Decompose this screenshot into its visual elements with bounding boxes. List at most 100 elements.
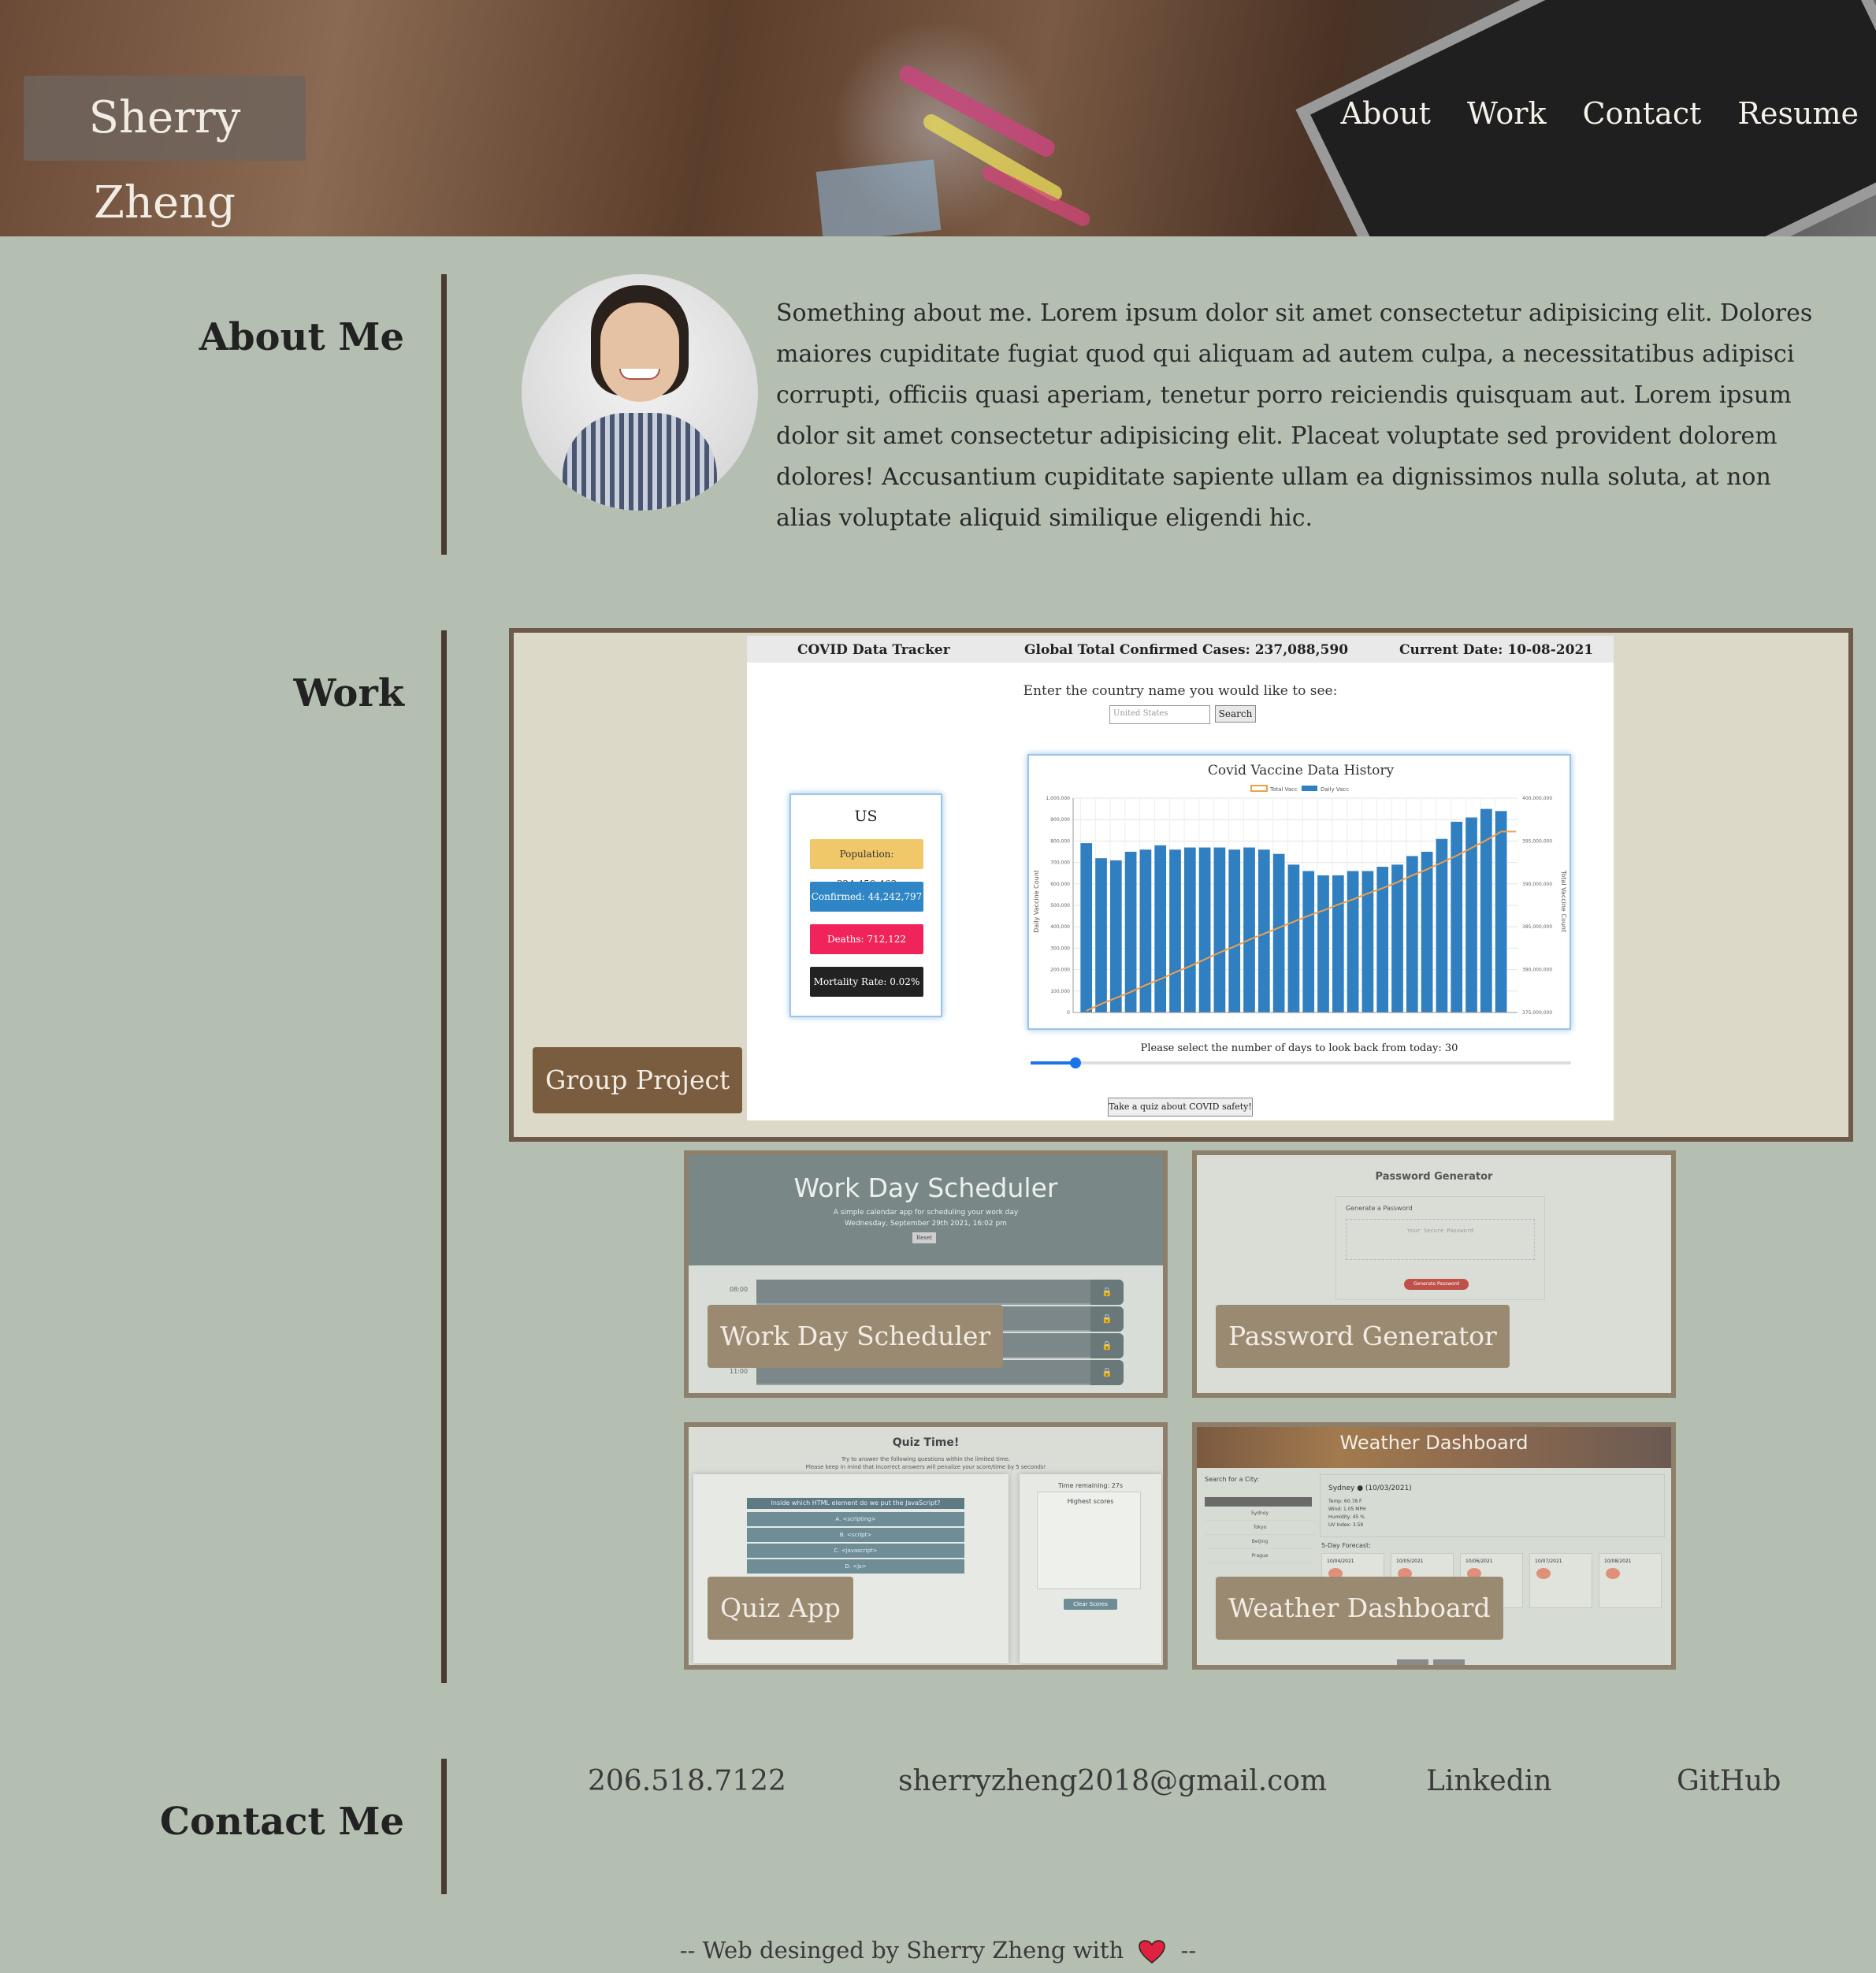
forecast-date: 10/06/2021 [1466, 1559, 1493, 1564]
nav-contact[interactable]: Contact [1582, 96, 1701, 131]
chart-bar [1258, 849, 1270, 1013]
covid-global-cases: Global Total Confirmed Cases: 237,088,59… [1024, 642, 1349, 658]
about-text: Something about me. Lorem ipsum dolor si… [776, 299, 1813, 532]
weather-buttons [1397, 1654, 1469, 1665]
nav-work[interactable]: Work [1467, 96, 1547, 131]
project-card-password[interactable]: Password Generator Generate a Password Y… [1192, 1150, 1676, 1398]
legend-total: Total Vacc [1269, 786, 1298, 793]
country-stats-card: US Population: 324,459,463 Confirmed: 44… [789, 793, 942, 1017]
covid-current-date: Current Date: 10-08-2021 [1399, 642, 1594, 658]
chart-bar [1139, 849, 1152, 1013]
weather-uv: UV Index: 3.59 [1328, 1522, 1364, 1528]
y2-tick-label: 395,000,000 [1522, 838, 1552, 844]
photo-body [563, 413, 717, 511]
footer-suffix: -- [1180, 1937, 1197, 1964]
chart-bar [1317, 875, 1329, 1013]
chart-bar [1228, 849, 1241, 1013]
weather-city-item: Prague [1205, 1549, 1315, 1563]
mortality-badge: Mortality Rate: 0.02% [810, 967, 923, 997]
weather-btn [1397, 1659, 1428, 1665]
y-axis-label: Daily Vaccine Count [1033, 870, 1040, 933]
project-label-group[interactable]: Group Project [533, 1047, 743, 1113]
contact-phone[interactable]: 206.518.7122 [588, 1765, 786, 1797]
y-tick-label: 900,000 [1050, 817, 1070, 823]
weather-title: Weather Dashboard [1339, 1432, 1529, 1454]
y-tick-label: 300,000 [1050, 946, 1070, 951]
weather-city-name: Sydney [1328, 1484, 1355, 1492]
project-label-password[interactable]: Password Generator [1216, 1305, 1510, 1368]
forecast-card: 10/07/2021 [1529, 1553, 1592, 1608]
chart-bar [1495, 811, 1507, 1013]
project-screenshot: COVID Data Tracker Global Total Confirme… [747, 636, 1614, 1120]
main-nav: About Work Contact Resume [1341, 96, 1859, 131]
contact-email[interactable]: sherryzheng2018@gmail.com [898, 1765, 1327, 1797]
contact-linkedin[interactable]: Linkedin [1426, 1765, 1551, 1797]
legend-swatch-daily [1302, 786, 1317, 791]
forecast-date: 10/05/2021 [1396, 1559, 1424, 1564]
work-title: Work [293, 671, 404, 715]
nav-about[interactable]: About [1341, 96, 1431, 131]
y-tick-label: 500,000 [1050, 903, 1070, 908]
confirmed-badge: Confirmed: 44,242,797 [810, 882, 923, 912]
covid-quiz-button: Take a quiz about COVID safety! [1108, 1098, 1253, 1117]
chart-bar [1243, 847, 1255, 1013]
weather-search-label: Search for a City: [1205, 1476, 1259, 1483]
password-card: Generate a Password Your Secure Password… [1335, 1196, 1545, 1300]
quiz-instruction-1: Try to answer the following questions wi… [841, 1456, 1011, 1462]
y2-axis-label: Total Vaccine Count [1560, 870, 1567, 932]
project-card-scheduler[interactable]: Work Day Scheduler A simple calendar app… [684, 1150, 1168, 1398]
quiz-timer: Time remaining: 27s [1057, 1482, 1124, 1489]
project-label-weather[interactable]: Weather Dashboard [1216, 1577, 1503, 1640]
chart-bar [1213, 847, 1226, 1013]
project-card-quiz[interactable]: Quiz Time! Try to answer the following q… [684, 1422, 1168, 1670]
y-tick-label: 200,000 [1050, 968, 1070, 973]
chart-bar [1406, 856, 1418, 1013]
photo-face [600, 303, 679, 402]
weather-forecast-label: 5-Day Forecast: [1321, 1542, 1371, 1549]
weather-icon [1536, 1568, 1551, 1579]
y2-tick-label: 385,000,000 [1522, 924, 1552, 930]
quiz-instruction-2: Please keep in mind that incorrect answe… [805, 1464, 1046, 1470]
footer: -- Web desinged by Sherry Zheng with -- [0, 1937, 1876, 1964]
chart-bar [1347, 871, 1359, 1013]
country-name: US [854, 808, 878, 825]
contact-title: Contact Me [159, 1800, 404, 1844]
quiz-title: Quiz Time! [892, 1436, 960, 1449]
chart-title: Covid Vaccine Data History [1208, 763, 1395, 778]
section-divider [441, 1759, 447, 1894]
project-card-weather[interactable]: Weather Dashboard Search for a City: Syd… [1192, 1422, 1676, 1670]
project-card-covid[interactable]: COVID Data Tracker Global Total Confirme… [509, 628, 1853, 1142]
vaccine-chart-svg: Covid Vaccine Data History Total Vacc Da… [1033, 763, 1567, 1016]
nav-resume[interactable]: Resume [1737, 96, 1859, 131]
chart-bar [1169, 849, 1181, 1013]
chart-bar [1184, 847, 1196, 1013]
covid-app-title: COVID Data Tracker [797, 642, 950, 658]
weather-icon [1606, 1568, 1620, 1579]
legend-swatch-total [1250, 785, 1268, 792]
quiz-scores-panel: Time remaining: 27s Highest scores Clear… [1020, 1474, 1161, 1663]
weather-city-item: Tokyo [1205, 1521, 1315, 1535]
slider-fill [1031, 1061, 1075, 1065]
forecast-date: 10/08/2021 [1604, 1559, 1632, 1564]
chart-bar [1302, 871, 1315, 1013]
site-brand[interactable]: Sherry Zheng [24, 76, 306, 229]
chart-bar [1421, 852, 1433, 1013]
weather-header: Weather Dashboard [1197, 1427, 1671, 1468]
covid-search-input: United States [1109, 705, 1210, 724]
y-tick-label: 600,000 [1050, 882, 1070, 887]
password-title: Password Generator [1375, 1171, 1493, 1183]
quiz-answer: D. <js> [747, 1559, 964, 1574]
y-tick-label: 0 [1067, 1010, 1070, 1016]
covid-search-button: Search [1215, 705, 1256, 723]
header-bg-sticky [815, 159, 942, 236]
contact-github[interactable]: GitHub [1677, 1765, 1781, 1797]
quiz-instructions: Try to answer the following questions wi… [689, 1455, 1163, 1471]
vaccine-chart: Covid Vaccine Data History Total Vacc Da… [1027, 754, 1571, 1030]
project-label-quiz[interactable]: Quiz App [708, 1577, 853, 1640]
quiz-highscores: Highest scores [1067, 1498, 1114, 1505]
y2-tick-label: 400,000,000 [1522, 796, 1552, 801]
chart-bar [1198, 847, 1211, 1013]
project-label-scheduler[interactable]: Work Day Scheduler [708, 1305, 1004, 1368]
chart-bar [1080, 843, 1093, 1013]
covid-prompt: Enter the country name you would like to… [1023, 683, 1338, 699]
